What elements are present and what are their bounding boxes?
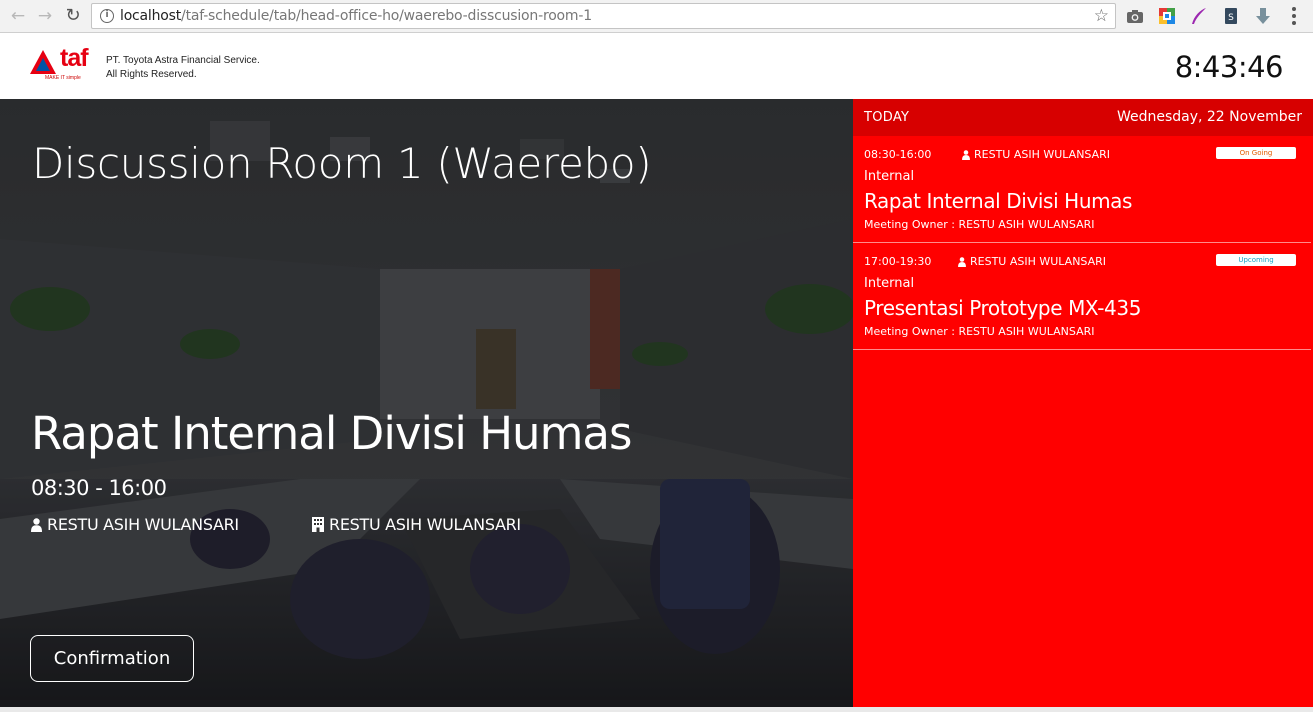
url-text[interactable]: localhost/taf-schedule/tab/head-office-h… xyxy=(120,8,592,24)
room-panel: Discussion Room 1 (Waerebo) Rapat Intern… xyxy=(0,99,853,707)
info-icon[interactable]: i xyxy=(100,9,114,23)
logo-text: taf xyxy=(60,44,89,72)
current-meeting-owner: RESTU ASIH WULANSARI xyxy=(31,515,239,534)
office-background-image xyxy=(0,99,853,707)
building-icon xyxy=(312,517,324,532)
confirmation-button[interactable]: Confirmation xyxy=(30,635,194,682)
back-arrow-icon[interactable]: ← xyxy=(8,6,28,26)
event-meeting-owner: Meeting Owner : RESTU ASIH WULANSARI xyxy=(864,218,1095,231)
company-name: PT. Toyota Astra Financial Service. xyxy=(106,55,260,66)
url-path: /taf-schedule/tab/head-office-ho/waerebo… xyxy=(181,8,592,24)
user-icon xyxy=(31,517,42,532)
status-badge: Upcoming xyxy=(1216,254,1296,266)
camera-icon[interactable] xyxy=(1126,7,1144,25)
star-icon[interactable]: ☆ xyxy=(1094,6,1109,26)
event-time: 17:00-19:30 xyxy=(864,255,932,268)
browser-toolbar: ← → ↻ i localhost/taf-schedule/tab/head-… xyxy=(0,0,1313,33)
event-owner-name: RESTU ASIH WULANSARI xyxy=(974,148,1111,161)
schedule-item[interactable]: 08:30-16:00 RESTU ASIH WULANSARI On Goin… xyxy=(853,136,1311,243)
schedule-header: TODAY Wednesday, 22 November xyxy=(853,99,1313,136)
user-icon xyxy=(958,256,966,267)
logo-tagline: MAKE IT simple xyxy=(45,75,81,81)
event-type: Internal xyxy=(864,169,915,184)
app-header: taf MAKE IT simple PT. Toyota Astra Fina… xyxy=(0,34,1313,99)
reload-icon[interactable]: ↻ xyxy=(63,6,83,26)
forward-arrow-icon[interactable]: → xyxy=(35,6,55,26)
feather-icon[interactable] xyxy=(1190,7,1208,25)
clock: 8:43:46 xyxy=(1174,50,1284,84)
copyright-text: All Rights Reserved. xyxy=(106,69,197,80)
taf-logo: taf MAKE IT simple xyxy=(29,44,99,84)
current-meeting-time: 08:30 - 16:00 xyxy=(31,476,167,500)
logo-mark-icon xyxy=(30,50,56,74)
download-icon[interactable] xyxy=(1254,7,1272,25)
address-bar[interactable]: i localhost/taf-schedule/tab/head-office… xyxy=(91,3,1116,29)
document-extension-icon[interactable]: S xyxy=(1222,7,1240,25)
event-owner-name: RESTU ASIH WULANSARI xyxy=(970,255,1107,268)
event-time: 08:30-16:00 xyxy=(864,148,932,161)
company-info: PT. Toyota Astra Financial Service. All … xyxy=(106,54,260,82)
schedule-date: Wednesday, 22 November xyxy=(1116,109,1302,125)
url-host: localhost xyxy=(120,8,182,24)
current-meeting-department: RESTU ASIH WULANSARI xyxy=(312,515,521,534)
svg-text:S: S xyxy=(1228,13,1234,23)
more-menu-icon[interactable] xyxy=(1292,7,1296,25)
event-type: Internal xyxy=(864,276,915,291)
bottom-edge xyxy=(0,707,1313,712)
colorful-extension-icon[interactable] xyxy=(1158,7,1176,25)
event-title: Presentasi Prototype MX-435 xyxy=(864,296,1142,320)
schedule-sidebar: TODAY Wednesday, 22 November 08:30-16:00… xyxy=(853,99,1313,707)
event-title: Rapat Internal Divisi Humas xyxy=(864,189,1133,213)
event-owner: RESTU ASIH WULANSARI xyxy=(958,255,1106,268)
schedule-item[interactable]: 17:00-19:30 RESTU ASIH WULANSARI Upcomin… xyxy=(853,243,1311,350)
room-title: Discussion Room 1 (Waerebo) xyxy=(32,139,652,188)
user-icon xyxy=(962,149,970,160)
current-meeting-title: Rapat Internal Divisi Humas xyxy=(31,407,632,460)
event-meeting-owner: Meeting Owner : RESTU ASIH WULANSARI xyxy=(864,325,1095,338)
department-name: RESTU ASIH WULANSARI xyxy=(329,515,521,534)
event-owner: RESTU ASIH WULANSARI xyxy=(962,148,1110,161)
today-label: TODAY xyxy=(864,110,910,125)
status-badge: On Going xyxy=(1216,147,1296,159)
owner-name: RESTU ASIH WULANSARI xyxy=(47,515,239,534)
